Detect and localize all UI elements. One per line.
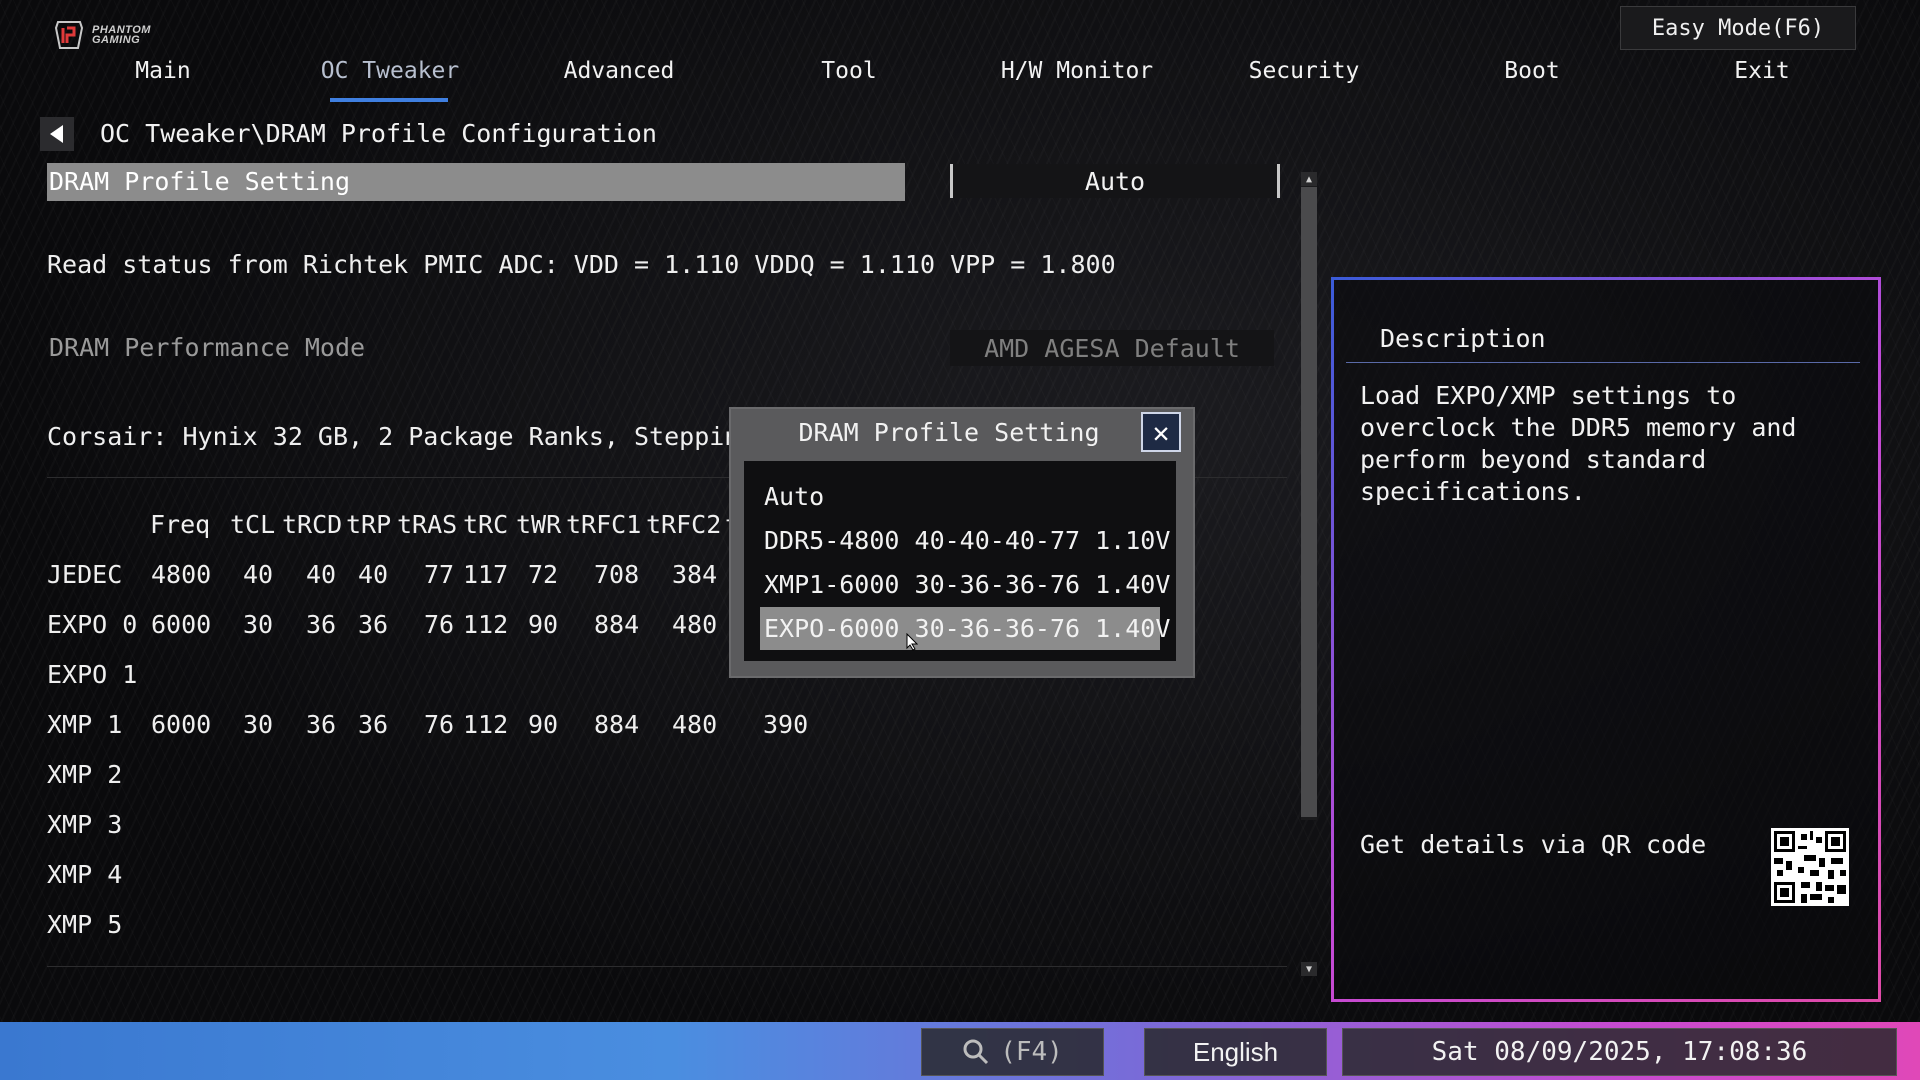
cell-twr: 72 bbox=[528, 560, 559, 589]
close-icon[interactable]: ✕ bbox=[1141, 412, 1181, 452]
scrollbar-thumb[interactable] bbox=[1301, 187, 1317, 817]
cell-extra: 390 bbox=[763, 710, 809, 739]
cell-trfc2: 384 bbox=[672, 560, 718, 589]
language-button[interactable]: English bbox=[1144, 1028, 1327, 1076]
table-header-trp: tRP bbox=[346, 510, 392, 539]
cell-trfc1: 884 bbox=[594, 610, 640, 639]
tab-hw-monitor[interactable]: H/W Monitor bbox=[1001, 58, 1153, 84]
cell-tcl: 30 bbox=[243, 610, 274, 639]
tab-exit[interactable]: Exit bbox=[1734, 58, 1789, 84]
cell-trfc1: 708 bbox=[594, 560, 640, 589]
search-shortcut-label: (F4) bbox=[1000, 1037, 1063, 1067]
cell-twr: 90 bbox=[528, 610, 559, 639]
dialog-option-expo-6000[interactable]: EXPO-6000 30-36-36-76 1.40V bbox=[764, 614, 1170, 643]
back-button[interactable] bbox=[40, 117, 74, 151]
dialog-option-ddr5-4800[interactable]: DDR5-4800 40-40-40-77 1.10V bbox=[764, 526, 1170, 555]
qr-code-icon[interactable] bbox=[1771, 828, 1849, 906]
cell-trcd: 36 bbox=[306, 710, 337, 739]
cell-trc: 112 bbox=[463, 610, 509, 639]
qr-label: Get details via QR code bbox=[1360, 830, 1707, 859]
row-name: EXPO 1 bbox=[47, 660, 138, 689]
cell-trp: 40 bbox=[358, 560, 389, 589]
tab-oc-tweaker[interactable]: OC Tweaker bbox=[321, 58, 459, 84]
scroll-up-icon[interactable]: ▲ bbox=[1301, 172, 1317, 186]
cell-trp: 36 bbox=[358, 710, 389, 739]
table-header-tcl: tCL bbox=[230, 510, 276, 539]
cell-tras: 76 bbox=[424, 610, 455, 639]
dram-profile-setting-value[interactable]: Auto bbox=[950, 164, 1280, 198]
table-header-trc: tRC bbox=[463, 510, 509, 539]
cell-trp: 36 bbox=[358, 610, 389, 639]
dialog-title: DRAM Profile Setting bbox=[798, 418, 1100, 447]
description-divider bbox=[1346, 362, 1860, 363]
top-nav: Main OC Tweaker Advanced Tool H/W Monito… bbox=[0, 58, 1920, 108]
row-name: XMP 5 bbox=[47, 910, 123, 939]
table-header-trcd: tRCD bbox=[282, 510, 343, 539]
tab-advanced[interactable]: Advanced bbox=[564, 58, 675, 84]
divider bbox=[47, 966, 1287, 967]
cell-tras: 76 bbox=[424, 710, 455, 739]
cell-tcl: 40 bbox=[243, 560, 274, 589]
logo-text-line2: GAMING bbox=[92, 34, 141, 46]
cell-trfc2: 480 bbox=[672, 710, 718, 739]
dram-performance-mode-label: DRAM Performance Mode bbox=[49, 333, 366, 362]
row-name: XMP 1 bbox=[47, 710, 123, 739]
cell-freq: 4800 bbox=[151, 560, 212, 589]
pmic-status-text: Read status from Richtek PMIC ADC: VDD =… bbox=[47, 250, 1116, 279]
cell-twr: 90 bbox=[528, 710, 559, 739]
table-header-tras: tRAS bbox=[397, 510, 458, 539]
cell-tras: 77 bbox=[424, 560, 455, 589]
cell-trc: 117 bbox=[463, 560, 509, 589]
row-name: XMP 3 bbox=[47, 810, 123, 839]
cell-tcl: 30 bbox=[243, 710, 274, 739]
tab-tool[interactable]: Tool bbox=[821, 58, 876, 84]
row-name: XMP 2 bbox=[47, 760, 123, 789]
dialog-option-auto[interactable]: Auto bbox=[764, 482, 824, 511]
description-body: Load EXPO/XMP settings to overclock the … bbox=[1360, 381, 1797, 506]
row-name: EXPO 0 bbox=[47, 610, 138, 639]
active-tab-indicator bbox=[330, 98, 448, 102]
table-header-freq: Freq bbox=[150, 510, 211, 539]
dram-profile-setting-label: DRAM Profile Setting bbox=[49, 167, 351, 196]
cell-freq: 6000 bbox=[151, 710, 212, 739]
breadcrumb: OC Tweaker\DRAM Profile Configuration bbox=[100, 119, 657, 148]
back-arrow-icon bbox=[50, 125, 63, 143]
dram-profile-setting-row[interactable]: DRAM Profile Setting bbox=[47, 163, 905, 201]
description-title: Description bbox=[1380, 324, 1546, 353]
tab-security[interactable]: Security bbox=[1249, 58, 1360, 84]
mouse-cursor-icon bbox=[906, 632, 919, 655]
row-name: JEDEC bbox=[47, 560, 123, 589]
dram-performance-mode-value: AMD AGESA Default bbox=[950, 330, 1274, 366]
cell-trfc2: 480 bbox=[672, 610, 718, 639]
cell-trc: 112 bbox=[463, 710, 509, 739]
cell-trfc1: 884 bbox=[594, 710, 640, 739]
table-header-trfc2: tRFC2 bbox=[646, 510, 722, 539]
scroll-down-icon[interactable]: ▼ bbox=[1301, 962, 1317, 976]
cell-trcd: 40 bbox=[306, 560, 337, 589]
cell-trcd: 36 bbox=[306, 610, 337, 639]
cell-freq: 6000 bbox=[151, 610, 212, 639]
datetime-display: Sat 08/09/2025, 17:08:36 bbox=[1342, 1028, 1897, 1076]
row-name: XMP 4 bbox=[47, 860, 123, 889]
table-header-twr: tWR bbox=[516, 510, 562, 539]
search-icon bbox=[963, 1039, 989, 1065]
search-button[interactable]: (F4) bbox=[921, 1028, 1104, 1076]
tab-main[interactable]: Main bbox=[135, 58, 190, 84]
module-info-text: Corsair: Hynix 32 GB, 2 Package Ranks, S… bbox=[47, 422, 830, 451]
phantom-gaming-logo: PHANTOM GAMING bbox=[52, 18, 151, 52]
tab-boot[interactable]: Boot bbox=[1504, 58, 1559, 84]
table-header-trfc1: tRFC1 bbox=[566, 510, 642, 539]
dialog-option-xmp1-6000[interactable]: XMP1-6000 30-36-36-76 1.40V bbox=[764, 570, 1170, 599]
easy-mode-button[interactable]: Easy Mode(F6) bbox=[1620, 6, 1856, 50]
phantom-gaming-logo-icon bbox=[54, 21, 84, 49]
